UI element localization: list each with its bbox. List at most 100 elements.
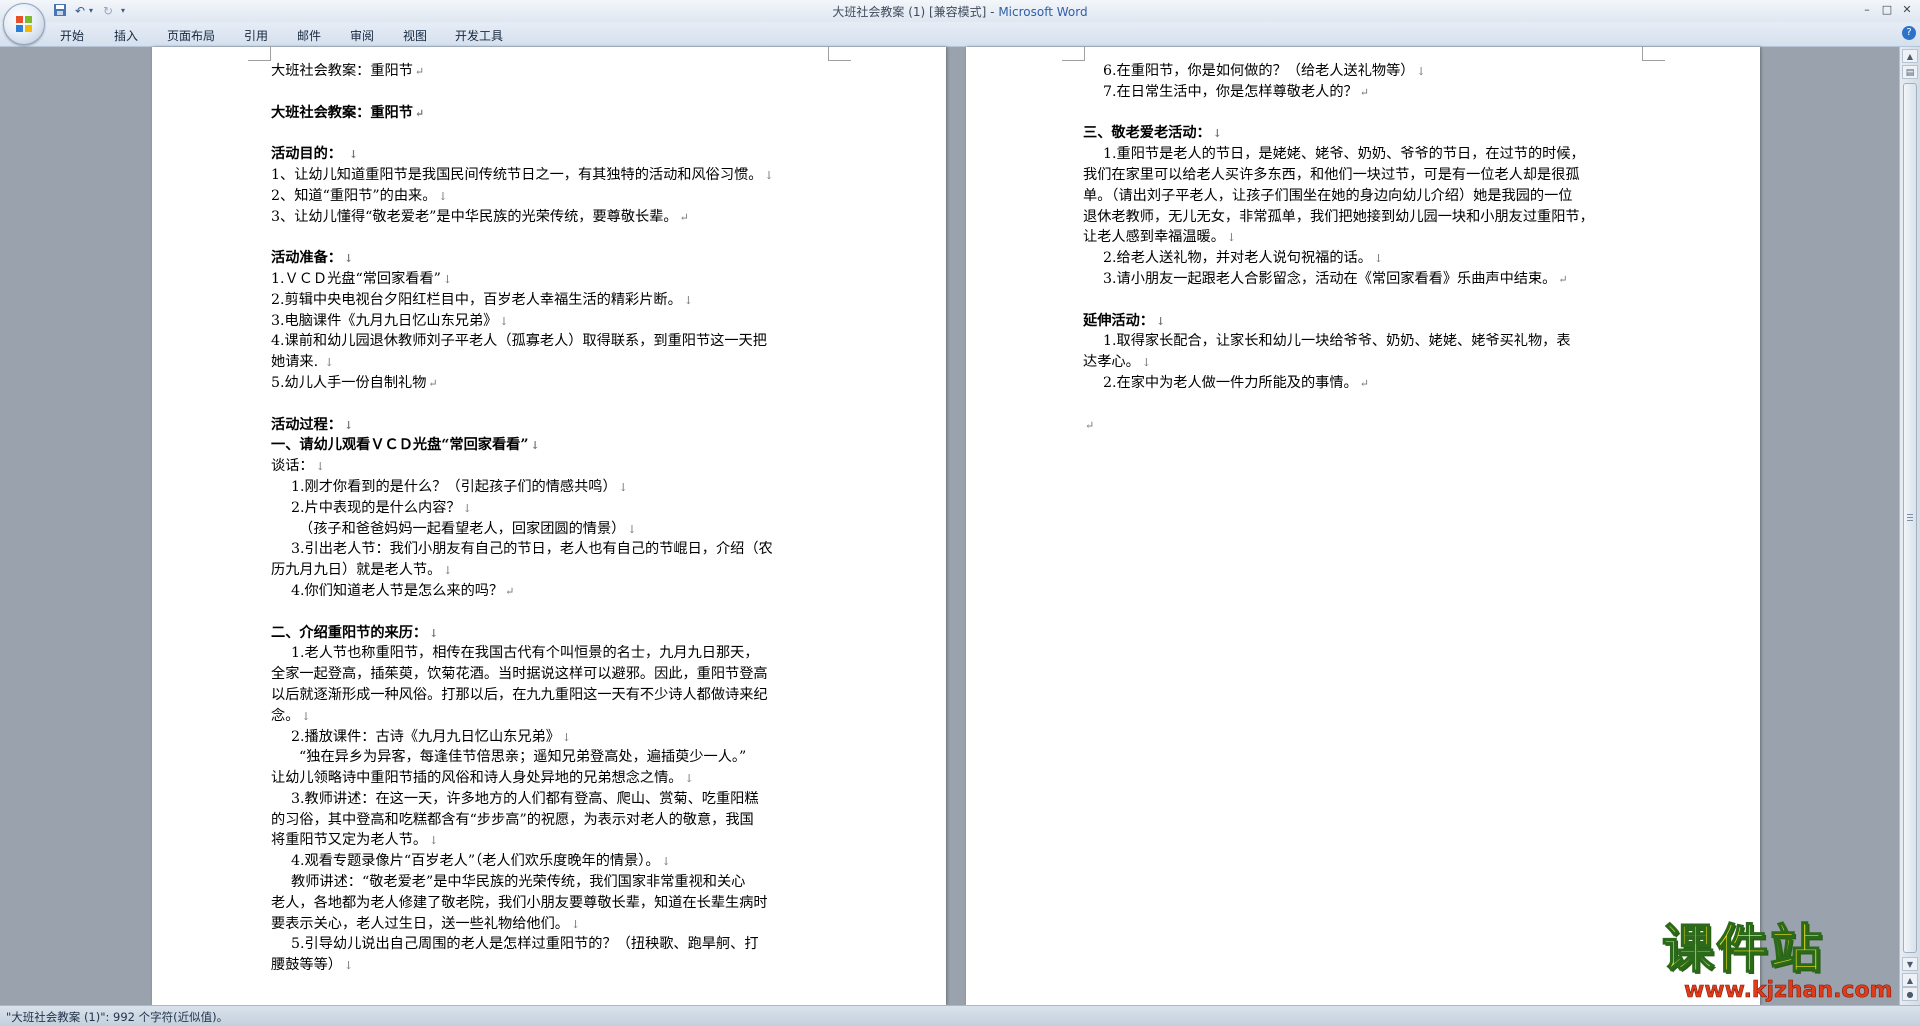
tab-mailings[interactable]: 邮件 [297, 27, 321, 44]
scroll-down-icon[interactable]: ▼ [1902, 957, 1918, 971]
paragraph-mark-icon: ↓ [764, 168, 774, 182]
paragraph-mark-icon: ↓ [1155, 314, 1166, 328]
line-text: 2、知道“重阳节”的由来。 [271, 187, 437, 204]
text-line: 1.刚才你看到的是什么？（引起孩子们的情感共鸣） ↓ [271, 477, 831, 498]
text-line [271, 394, 831, 415]
paragraph-mark-icon: ↓ [530, 439, 540, 453]
close-button[interactable]: ✕ [1898, 2, 1916, 18]
text-line: “独在异乡为异客，每逢佳节倍思亲；遥知兄弟登高处，遍插萸少一人。” [271, 747, 831, 768]
line-text: 1、让幼儿知道重阳节是我国民间传统节日之一，有其独特的活动和风俗习惯。 [271, 166, 763, 183]
line-text: 3、让幼儿懂得“敬老爱老”是中华民族的光荣传统，要尊敬长辈。 [271, 208, 678, 225]
tab-page-layout[interactable]: 页面布局 [167, 27, 215, 44]
crop-mark [1062, 46, 1085, 61]
text-line: （孩子和爸爸妈妈一起看望老人，回家团圆的情景） ↓ [271, 519, 831, 540]
scroll-up-icon[interactable]: ▲ [1902, 49, 1918, 63]
page-1: 大班社会教案：重阳节 ↵ 大班社会教案：重阳节 ↵ 活动目的： ↓ 1、让幼儿知道重阳节是… [152, 46, 946, 1005]
line-text: 念。 [271, 707, 300, 724]
text-line [1083, 394, 1643, 415]
paragraph-mark-icon: ↵ [428, 376, 438, 390]
line-text: 2.给老人送礼物，并对老人说句祝福的话。 [1103, 250, 1372, 267]
line-text: 大班社会教案：重阳节 [271, 104, 413, 121]
ribbon-tabs: 开始 插入 页面布局 引用 邮件 审阅 视图 开发工具 ? [0, 22, 1920, 47]
paragraph-mark-icon: ↓ [1226, 231, 1237, 245]
line-text: 退休老教师，无儿无女，非常孤单，我们把她接到幼儿园一块和小朋友过重阳节， [1083, 208, 1594, 225]
office-button[interactable] [3, 3, 45, 45]
line-text: 活动目的： [271, 146, 347, 163]
line-text: 她请来. [271, 354, 323, 371]
paragraph-mark-icon: ↓ [661, 855, 671, 869]
paragraph-mark-icon: ↓ [443, 564, 453, 578]
paragraph-mark-icon: ↓ [315, 460, 325, 474]
line-text: 大班社会教案：重阳节 [271, 63, 413, 79]
paragraph-mark-icon: ↓ [343, 959, 354, 973]
title-bar: ↶ ▾ ↻ ▾ 大班社会教案 (1) [兼容模式] - Microsoft Wo… [0, 0, 1920, 45]
help-icon[interactable]: ? [1902, 26, 1916, 40]
text-line: 活动目的： ↓ [271, 144, 831, 165]
line-text: 活动过程： [271, 416, 342, 433]
line-text: 1.老人节也称重阳节，相传在我国古代有个叫恒景的名士，九月九日那天， [291, 645, 759, 662]
line-text: 2.片中表现的是什么内容？ [291, 499, 461, 516]
text-line: 将重阳节又定为老人节。 ↓ [271, 830, 831, 851]
text-line: 三、敬老爱老活动： ↓ [1083, 123, 1643, 144]
line-text: 活动准备： [271, 250, 342, 267]
paragraph-mark-icon: ↓ [301, 709, 311, 723]
paragraph-mark-icon: ↓ [324, 356, 334, 370]
paragraph-mark-icon: ↓ [429, 626, 439, 640]
ruler-toggle-icon[interactable]: ▤ [1902, 65, 1918, 79]
text-line: 老人，各地都为老人修建了敬老院，我们小朋友要尊敬长辈，知道在长辈生病时 [271, 893, 831, 914]
text-line: 2.给老人送礼物，并对老人说句祝福的话。 ↓ [1083, 248, 1643, 269]
vertical-scrollbar[interactable]: ▲ ▤ ▼ ▲ ● [1899, 47, 1920, 1005]
line-text: 一、请幼儿观看ＶＣＤ光盘“常回家看看” [271, 437, 529, 454]
text-line [271, 123, 831, 144]
line-text: 1.刚才你看到的是什么？（引起孩子们的情感共鸣） [291, 478, 617, 495]
line-text: 的习俗，其中登高和吃糕都含有“步步高”的祝愿，为表示对老人的敬意，我国 [271, 811, 754, 828]
paragraph-mark-icon: ↓ [343, 418, 354, 432]
page-1-text[interactable]: 大班社会教案：重阳节 ↵ 大班社会教案：重阳节 ↵ 活动目的： ↓ 1、让幼儿知道重阳节是… [271, 61, 831, 976]
line-text: “独在异乡为异客，每逢佳节倍思亲；遥知兄弟登高处，遍插萸少一人。” [299, 749, 747, 766]
paragraph-mark-icon: ↓ [462, 501, 472, 515]
text-line: 4.课前和幼儿园退休教师刘子平老人（孤寡老人）取得联系，到重阳节这一天把 [271, 331, 831, 352]
tab-developer[interactable]: 开发工具 [455, 27, 503, 44]
text-line: 5.幼儿人手一份自制礼物 ↵ [271, 373, 831, 394]
paragraph-mark-icon: ↓ [438, 189, 448, 203]
text-line: 达孝心。 ↓ [1083, 352, 1643, 373]
line-text: 1.重阳节是老人的节日，是姥姥、姥爷、奶奶、爷爷的节日，在过节的时候， [1103, 146, 1585, 163]
page-2-text[interactable]: 6.在重阳节，你是如何做的？（给老人送礼物等） ↓ 7.在日常生活中，你是怎样尊敬老… [1083, 61, 1643, 435]
text-line: 让老人感到幸福温暖。 ↓ [1083, 227, 1643, 248]
text-line: 延伸活动： ↓ [1083, 311, 1643, 332]
tab-home[interactable]: 开始 [60, 27, 84, 44]
text-line: 一、请幼儿观看ＶＣＤ光盘“常回家看看” ↓ [271, 435, 831, 456]
text-line: 4.观看专题录像片“百岁老人”（老人们欢乐度晚年的情景）。 ↓ [271, 851, 831, 872]
tab-review[interactable]: 审阅 [350, 27, 374, 44]
tab-references[interactable]: 引用 [244, 27, 268, 44]
text-line: 她请来. ↓ [271, 352, 831, 373]
line-text: 5.引导幼儿说出自己周围的老人是怎样过重阳节的？（扭秧歌、跑旱舸、打 [291, 936, 759, 953]
text-line: 2、知道“重阳节”的由来。 ↓ [271, 186, 831, 207]
line-text: 谈话： [271, 458, 314, 475]
text-line: 2.在家中为老人做一件力所能及的事情。 ↵ [1083, 373, 1643, 394]
previous-page-icon[interactable]: ▲ [1902, 973, 1918, 987]
text-line: 7.在日常生活中，你是怎样尊敬老人的？ ↵ [1083, 82, 1643, 103]
text-line: 3.引出老人节：我们小朋友有自己的节日，老人也有自己的节崐日，介绍（农 [271, 539, 831, 560]
minimize-button[interactable]: – [1858, 2, 1876, 18]
text-line: 活动准备： ↓ [271, 248, 831, 269]
text-line: 1.老人节也称重阳节，相传在我国古代有个叫恒景的名士，九月九日那天， [271, 643, 831, 664]
tab-view[interactable]: 视图 [403, 27, 427, 44]
text-line: 1.取得家长配合，让家长和幼儿一块给爷爷、奶奶、姥姥、姥爷买礼物，表 [1083, 331, 1643, 352]
tab-insert[interactable]: 插入 [114, 27, 138, 44]
scroll-thumb[interactable] [1903, 83, 1917, 953]
paragraph-mark-icon: ↓ [627, 522, 637, 536]
browse-object-icon[interactable]: ● [1902, 987, 1918, 1001]
text-line: 的习俗，其中登高和吃糕都含有“步步高”的祝愿，为表示对老人的敬意，我国 [271, 810, 831, 831]
text-line: ↵ [1083, 415, 1643, 436]
line-text: 4.你们知道老人节是怎么来的吗？ [291, 582, 504, 599]
line-text: 教师讲述：“敬老爱老”是中华民族的光荣传统，我们国家非常重视和关心 [291, 874, 746, 891]
line-text: 3.教师讲述：在这一天，许多地方的人们都有登高、爬山、赏菊、吃重阳糕 [291, 790, 759, 807]
paragraph-mark-icon: ↓ [1141, 356, 1151, 370]
paragraph-mark-icon: ↓ [1416, 65, 1426, 78]
document-title: 大班社会教案 (1) [兼容模式] - [832, 5, 999, 19]
text-line: 5.引导幼儿说出自己周围的老人是怎样过重阳节的？（扭秧歌、跑旱舸、打 [271, 934, 831, 955]
line-text: 2.剪辑中央电视台夕阳红栏目中，百岁老人幸福生活的精彩片断。 [271, 291, 682, 308]
maximize-button[interactable]: □ [1878, 2, 1896, 18]
word-count-status[interactable]: "大班社会教案 (1)": 992 个字符(近似值)。 [6, 1009, 228, 1025]
